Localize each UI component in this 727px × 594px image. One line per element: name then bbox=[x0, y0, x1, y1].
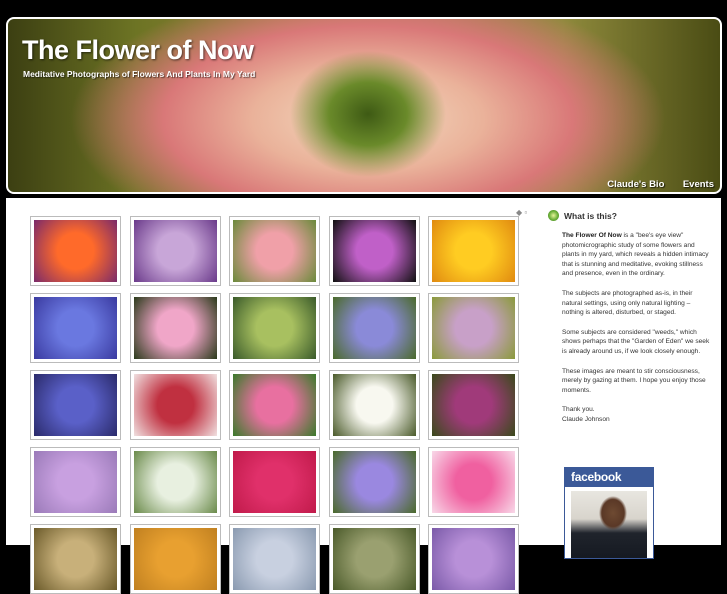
thumbnail-image bbox=[133, 297, 217, 359]
green-stem-bud-photo[interactable] bbox=[229, 293, 320, 363]
thumbnail-image bbox=[332, 528, 416, 590]
thumbnail-image bbox=[332, 374, 416, 436]
thumbnail-image bbox=[34, 220, 117, 282]
thumbnail-image bbox=[233, 528, 316, 590]
site-subtitle: Meditative Photographs of Flowers And Pl… bbox=[23, 69, 256, 79]
thumbnail-image bbox=[34, 528, 117, 590]
partial-photo-5[interactable] bbox=[428, 524, 519, 594]
thumbnail-image bbox=[332, 220, 416, 282]
profile-photo bbox=[571, 491, 647, 558]
thumbnail-image bbox=[233, 297, 316, 359]
white-dogwood-photo[interactable] bbox=[328, 370, 420, 440]
thumbnail-image bbox=[432, 297, 515, 359]
paragraph-consciousness: These images are meant to stir conscious… bbox=[562, 367, 706, 394]
intro-bold: The Flower Of Now bbox=[562, 232, 622, 239]
nav-link-bio[interactable]: Claude's Bio bbox=[607, 179, 664, 190]
red-white-flower-photo[interactable] bbox=[129, 370, 221, 440]
sidebar-heading: What is this? bbox=[564, 211, 617, 221]
thumbnail-image bbox=[133, 220, 217, 282]
site-title[interactable]: The Flower of Now bbox=[22, 35, 254, 66]
purple-lily-photo[interactable] bbox=[328, 216, 420, 286]
pink-lily-photo[interactable] bbox=[428, 447, 519, 517]
thumbnail-image bbox=[34, 451, 117, 513]
purple-streaked-flower-photo[interactable] bbox=[129, 216, 221, 286]
red-rose-photo[interactable] bbox=[229, 447, 320, 517]
partial-photo-1[interactable] bbox=[30, 524, 121, 594]
partial-photo-4[interactable] bbox=[328, 524, 420, 594]
pink-camellia-photo[interactable] bbox=[129, 293, 221, 363]
thumbnail-image bbox=[332, 297, 416, 359]
facebook-badge[interactable]: facebook bbox=[564, 467, 654, 559]
flower-icon bbox=[548, 210, 559, 221]
facebook-logo: facebook bbox=[565, 468, 653, 487]
thumbnail-image bbox=[332, 451, 416, 513]
balloon-flower-photo[interactable] bbox=[328, 447, 420, 517]
purple-deadnettle-photo[interactable] bbox=[428, 293, 519, 363]
purple-clematis-photo[interactable] bbox=[428, 370, 519, 440]
poppy-photo[interactable] bbox=[30, 216, 121, 286]
thumbnail-image bbox=[233, 451, 316, 513]
blue-petals-photo[interactable] bbox=[30, 293, 121, 363]
thumbnail-image bbox=[34, 297, 117, 359]
thanks-text: Thank you. bbox=[562, 406, 595, 414]
thumbnail-image bbox=[34, 374, 117, 436]
partial-photo-3[interactable] bbox=[229, 524, 320, 594]
thumbnail-image bbox=[432, 374, 515, 436]
thumbnail-image bbox=[133, 451, 217, 513]
main-content: ◆ ▫ What is this? The Flower Of Now is a… bbox=[6, 198, 721, 594]
snowdrop-photo[interactable] bbox=[129, 447, 221, 517]
lilac-flower-photo[interactable] bbox=[30, 447, 121, 517]
thumbnail-image bbox=[233, 374, 316, 436]
paragraph-natural: The subjects are photographed as-is, in … bbox=[562, 289, 693, 317]
thumbnail-image bbox=[133, 528, 217, 590]
signature-text: Claude Johnson bbox=[562, 415, 610, 423]
sidebar: What is this? The Flower Of Now is a "be… bbox=[548, 209, 713, 559]
thumbnail-image bbox=[432, 451, 515, 513]
thumbnail-image bbox=[432, 220, 515, 282]
paragraph-weeds: Some subjects are considered "weeds," wh… bbox=[562, 328, 710, 355]
thumbnail-image bbox=[133, 374, 217, 436]
thumbnail-image bbox=[432, 528, 515, 590]
top-nav: Claude's Bio Events bbox=[593, 174, 714, 192]
partial-photo-2[interactable] bbox=[129, 524, 221, 594]
pink-dogwood-photo[interactable] bbox=[229, 216, 320, 286]
pink-star-flower-photo[interactable] bbox=[229, 370, 320, 440]
nav-link-events[interactable]: Events bbox=[683, 179, 714, 190]
closing: Thank you. Claude Johnson bbox=[562, 405, 713, 424]
blue-star-flowers-photo[interactable] bbox=[328, 293, 420, 363]
header-banner: The Flower of Now Meditative Photographs… bbox=[6, 17, 722, 194]
thumbnail-image bbox=[233, 220, 316, 282]
intro-paragraph: The Flower Of Now is a "bee's eye view" … bbox=[562, 231, 713, 279]
grape-hyacinth-photo[interactable] bbox=[30, 370, 121, 440]
yellow-flower-photo[interactable] bbox=[428, 216, 519, 286]
